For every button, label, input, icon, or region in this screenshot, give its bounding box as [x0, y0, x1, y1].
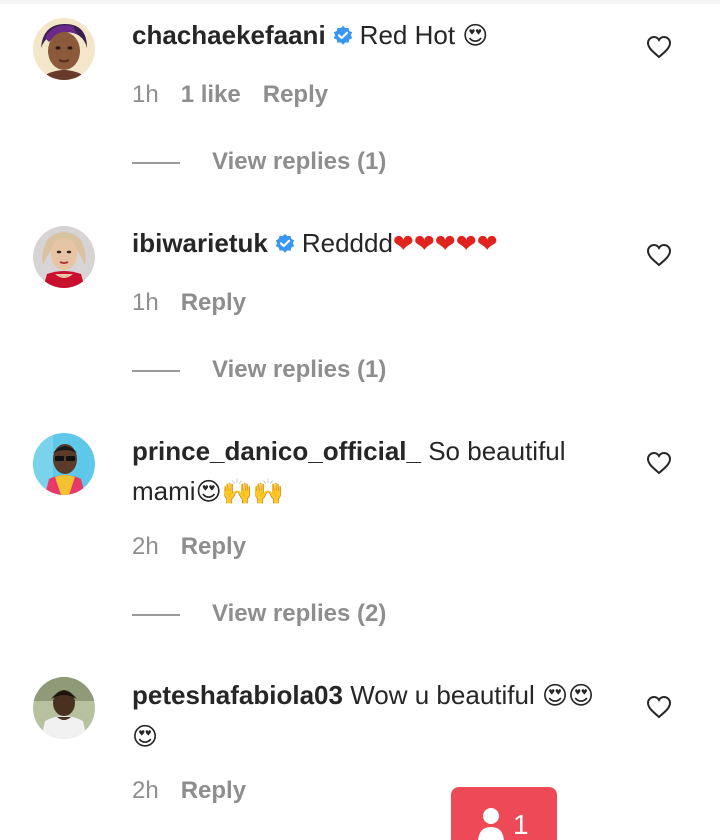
username[interactable]: chachaekefaani	[132, 20, 326, 50]
likes-count[interactable]: 1 like	[181, 81, 241, 108]
comment-emojis: 😍	[462, 21, 489, 50]
view-replies-label: View replies (2)	[212, 600, 387, 627]
avatar[interactable]	[33, 226, 95, 288]
comment-emojis: ❤❤❤❤❤	[392, 229, 498, 258]
like-heart-icon[interactable]	[646, 695, 672, 719]
comment-time: 2h	[132, 777, 159, 804]
username[interactable]: peteshafabiola03	[132, 680, 343, 710]
avatar[interactable]	[33, 677, 95, 739]
comment-text: chachaekefaani Red Hot 😍	[132, 15, 612, 56]
comment-emojis: 😍🙌🙌	[195, 477, 284, 506]
avatar[interactable]	[33, 433, 95, 495]
view-replies-button[interactable]: View replies (2)	[132, 599, 386, 629]
like-heart-icon[interactable]	[646, 243, 672, 267]
person-icon	[478, 808, 504, 840]
like-heart-icon[interactable]	[646, 451, 672, 475]
reply-button[interactable]: Reply	[181, 777, 246, 804]
notification-count: 1	[513, 809, 529, 840]
username[interactable]: ibiwarietuk	[132, 228, 268, 258]
view-replies-label: View replies (1)	[212, 148, 387, 175]
replies-divider-line	[132, 613, 180, 616]
comment-body: Wow u beautiful	[350, 680, 535, 710]
verified-badge-icon	[275, 233, 294, 253]
comment-text: peteshafabiola03 Wow u beautiful 😍😍😍	[132, 675, 612, 757]
comment-text: ibiwarietuk Redddd❤❤❤❤❤	[132, 223, 612, 264]
username[interactable]: prince_danico_official_	[132, 436, 421, 466]
comment-body: Redddd	[301, 228, 393, 258]
replies-divider-line	[132, 161, 180, 164]
comment-time: 1h	[132, 81, 159, 108]
verified-badge-icon	[333, 25, 352, 45]
comment-time: 1h	[132, 289, 159, 316]
reply-button[interactable]: Reply	[181, 533, 246, 560]
comment-meta: 2h Reply	[132, 532, 246, 562]
replies-divider-line	[132, 369, 180, 372]
comment-text: prince_danico_official_ So beautiful mam…	[132, 431, 612, 512]
top-divider	[0, 0, 720, 4]
reply-button[interactable]: Reply	[181, 289, 246, 316]
activity-notification-badge[interactable]: 1	[451, 787, 557, 840]
view-replies-button[interactable]: View replies (1)	[132, 147, 386, 177]
comment-meta: 1h Reply	[132, 288, 246, 318]
like-heart-icon[interactable]	[646, 35, 672, 59]
comment-meta: 2h Reply	[132, 776, 246, 806]
view-replies-button[interactable]: View replies (1)	[132, 355, 386, 385]
reply-button[interactable]: Reply	[263, 81, 328, 108]
avatar[interactable]	[33, 18, 95, 80]
view-replies-label: View replies (1)	[212, 356, 387, 383]
comment-time: 2h	[132, 533, 159, 560]
comment-meta: 1h 1 like Reply	[132, 80, 328, 110]
comments-screen: chachaekefaani Red Hot 😍 1h 1 like Reply Vi…	[0, 0, 720, 840]
comment-body: Red Hot	[359, 20, 456, 50]
